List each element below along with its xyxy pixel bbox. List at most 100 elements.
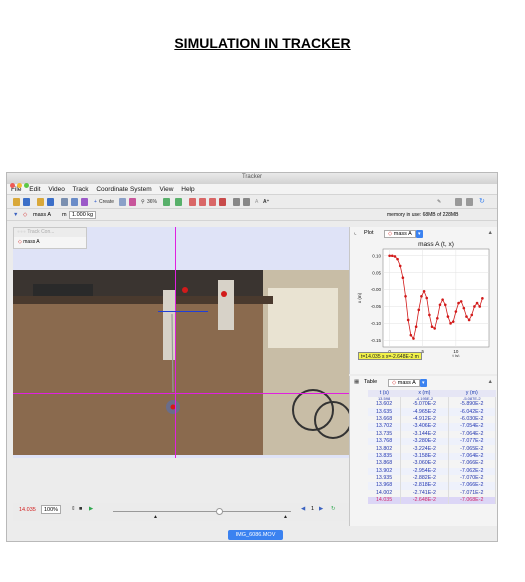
col-header-t[interactable]: t (s) xyxy=(368,390,401,397)
col-header-x[interactable]: x (m) xyxy=(400,390,449,397)
table-cell: -5.890E-2 xyxy=(448,401,497,409)
chart-title: mass A (t, x) xyxy=(418,241,454,248)
table-cell: 13.802 xyxy=(368,445,402,453)
stop-icon[interactable]: ■ xyxy=(79,506,82,512)
table-cell: -7.066E-2 xyxy=(448,460,497,468)
table-row[interactable]: 13.802 -3.224E-2 -7.065E-2 xyxy=(368,445,497,453)
tape-icon[interactable] xyxy=(163,198,170,206)
axes-icon[interactable] xyxy=(81,198,88,206)
circle-fit-icon[interactable] xyxy=(189,198,196,206)
end-marker-icon[interactable]: ▲ xyxy=(283,514,288,520)
data-point xyxy=(420,295,423,298)
loop-icon[interactable]: ↻ xyxy=(331,506,336,512)
pencil-icon[interactable]: ✎ xyxy=(437,198,443,206)
table-row[interactable]: 13.668 -4.912E-2 -6.030E-2 xyxy=(368,415,497,424)
axis-horizontal[interactable] xyxy=(13,393,349,394)
data-point xyxy=(446,315,450,318)
save-icon[interactable] xyxy=(23,198,30,206)
font-large-icon[interactable]: A⁺ xyxy=(263,198,269,206)
font-small-icon[interactable]: A xyxy=(255,198,261,206)
open-icon[interactable] xyxy=(13,198,20,206)
path-icon[interactable] xyxy=(199,198,206,206)
doorway xyxy=(268,288,338,348)
table-icon[interactable] xyxy=(119,198,126,206)
create-button[interactable]: Create xyxy=(99,198,114,206)
maximize-icon[interactable] xyxy=(24,183,29,188)
clip-settings-icon[interactable] xyxy=(61,198,68,206)
table-track-select[interactable]: ◇ mass A ▾ xyxy=(388,377,427,389)
video-view[interactable]: ●●● Track Con... ◇ mass A xyxy=(13,227,349,458)
table-icon: ▦ xyxy=(354,379,360,385)
table-cell: -4.965E-2 xyxy=(400,408,449,416)
menu-video[interactable]: Video xyxy=(48,186,65,193)
calibration-stick[interactable] xyxy=(158,311,208,312)
calibration-icon[interactable] xyxy=(71,198,78,206)
track-control-item[interactable]: ◇ mass A xyxy=(14,237,86,248)
notes-icon[interactable] xyxy=(455,198,462,206)
reference-dot xyxy=(221,291,227,297)
close-icon[interactable] xyxy=(10,183,15,188)
table-row[interactable]: 13.602 -5.070E-2 -5.890E-2 xyxy=(368,401,497,409)
col-header-y[interactable]: y (m) xyxy=(448,390,496,397)
track-control-title: ●●● Track Con... xyxy=(14,228,86,237)
table-cell: -3.280E-2 xyxy=(400,437,449,446)
table-row[interactable]: 13.935 -2.882E-2 -7.070E-2 xyxy=(368,474,497,483)
zoom-level[interactable]: 36% xyxy=(147,198,157,206)
axis-vertical[interactable] xyxy=(175,227,176,458)
table-cell: 14.035 xyxy=(368,497,402,505)
step-forward-icon[interactable]: ▶ xyxy=(319,506,323,512)
rate-field[interactable]: 100% xyxy=(41,505,62,514)
rate-spinner-icon[interactable]: ⇕ xyxy=(71,506,76,512)
refresh-icon[interactable]: ↻ xyxy=(479,198,485,206)
table-row[interactable]: 13.835 -3.158E-2 -7.064E-2 xyxy=(368,452,497,461)
data-point xyxy=(430,325,434,329)
open-video-icon[interactable] xyxy=(37,198,44,206)
table-tab[interactable]: Table xyxy=(364,376,377,388)
file-tab[interactable]: IMG_6086.MOV xyxy=(228,530,283,540)
frame-slider[interactable] xyxy=(113,511,291,512)
menu-view[interactable]: View xyxy=(159,186,173,193)
table-cell: 13.835 xyxy=(368,452,402,461)
save-video-icon[interactable] xyxy=(47,198,54,206)
mass-field[interactable]: 1.000 kg xyxy=(69,211,97,219)
table-cell: -7.062E-2 xyxy=(448,467,497,475)
track-name[interactable]: mass A xyxy=(33,209,51,221)
step-back-icon[interactable]: ◀ xyxy=(301,506,305,512)
table-row[interactable]: 13.702 -3.406E-2 -7.054E-2 xyxy=(368,423,497,431)
table-row[interactable]: 13.635 -4.965E-2 -6.042E-2 xyxy=(368,408,497,416)
table-row[interactable]: 13.768 -3.280E-2 -7.077E-2 xyxy=(368,437,497,446)
play-icon[interactable]: ▶ xyxy=(89,506,93,512)
table-row[interactable]: 13.735 -3.144E-2 -7.064E-2 xyxy=(368,430,497,438)
plot-panel: ⌞ Plot ◇ mass A ▾ ▲ mass A (t, x) 0.10 0.05… xyxy=(349,227,497,374)
menu-coordinate-system[interactable]: Coordinate System xyxy=(96,186,151,193)
acceleration-icon[interactable] xyxy=(219,198,226,206)
data-point xyxy=(470,313,474,317)
plot-collapse-icon[interactable]: ▲ xyxy=(488,227,493,239)
print-icon[interactable] xyxy=(466,198,473,206)
menu-help[interactable]: Help xyxy=(181,186,194,193)
table-row[interactable]: 13.902 -2.954E-2 -7.062E-2 xyxy=(368,467,497,475)
trails-icon[interactable] xyxy=(233,198,240,206)
table-row[interactable]: 14.002 -2.741E-2 -7.071E-2 xyxy=(368,489,497,498)
table-row[interactable]: 13.968 -2.818E-2 -7.066E-2 xyxy=(368,482,497,490)
table-collapse-icon[interactable]: ▲ xyxy=(488,376,493,388)
table-cell: 13.768 xyxy=(368,437,402,446)
marker-icon[interactable] xyxy=(129,198,136,206)
table-cell: -7.071E-2 xyxy=(448,489,497,498)
step-size[interactable]: 1 xyxy=(311,506,314,512)
table-row[interactable]: 13.868 -3.060E-2 -7.066E-2 xyxy=(368,460,497,468)
track-menu-icon[interactable]: ▼ xyxy=(13,209,18,221)
minimize-icon[interactable] xyxy=(17,183,22,188)
plot-tab[interactable]: Plot xyxy=(364,227,373,239)
menu-track[interactable]: Track xyxy=(73,186,89,193)
protractor-icon[interactable] xyxy=(175,198,182,206)
slider-thumb[interactable] xyxy=(216,508,223,515)
table-row[interactable]: 14.035 -2.648E-2 -7.068E-2 xyxy=(368,497,497,505)
start-marker-icon[interactable]: ▲ xyxy=(153,514,158,520)
x-vs-t-chart[interactable]: mass A (t, x) 0.10 0.05 -0.00 -0.05 -0.10 -0.1… xyxy=(351,239,497,357)
data-point xyxy=(465,315,468,318)
velocity-icon[interactable] xyxy=(209,198,216,206)
labels-icon[interactable] xyxy=(243,198,250,206)
time-readout[interactable]: 14.035 xyxy=(19,507,36,513)
track-control-window[interactable]: ●●● Track Con... ◇ mass A xyxy=(13,227,87,249)
